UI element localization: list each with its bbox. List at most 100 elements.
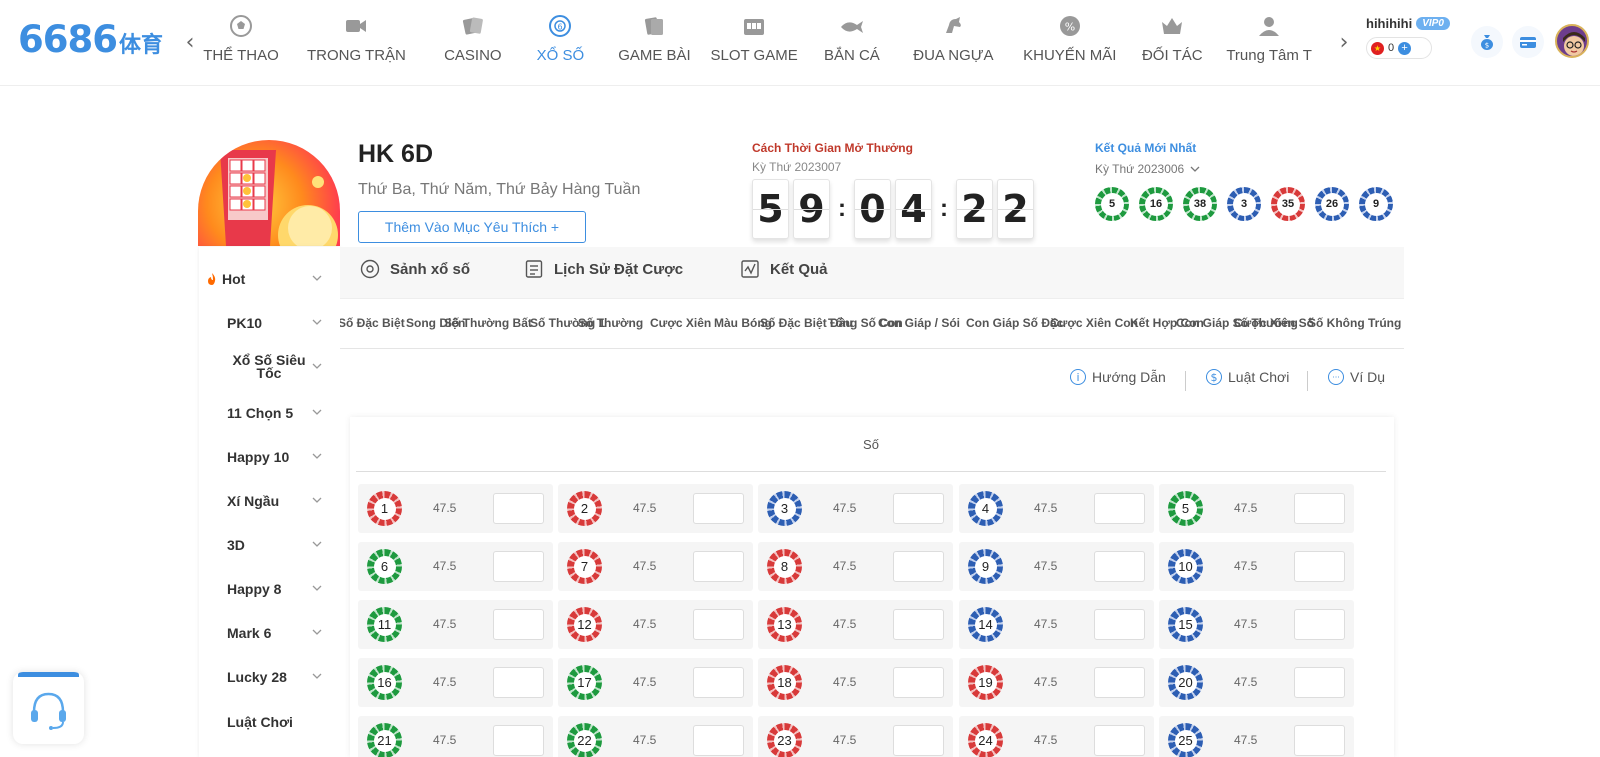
money-bag-button[interactable]: $ [1471,26,1503,58]
bet-amount-input[interactable] [893,725,944,756]
bet-amount-input[interactable] [493,667,544,698]
nav-next-arrow-icon[interactable]: › [1334,30,1354,55]
add-favorite-button[interactable]: Thêm Vào Mục Yêu Thích + [358,211,586,243]
bet-amount-input[interactable] [893,493,944,524]
number-cell[interactable]: 15 47.5 [1159,600,1354,649]
tab-bet-history[interactable]: Lịch Sử Đặt Cược [524,259,683,279]
bet-amount-input[interactable] [1294,609,1345,640]
nav-prev-arrow-icon[interactable]: ‹ [180,30,200,55]
bet-type-tab[interactable]: Số Đặc Biệt [340,316,405,330]
number-cell[interactable]: 22 47.5 [558,716,753,757]
deposit-plus-icon[interactable]: + [1398,41,1412,55]
nav-item[interactable]: BẮN CÁ [805,0,898,86]
latest-issue-select[interactable]: Kỳ Thứ 2023006 [1095,162,1200,176]
bet-amount-input[interactable] [1294,725,1345,756]
number-cell[interactable]: 1 47.5 [358,484,553,533]
bet-type-tab[interactable]: Con Giáp Số Đặc [966,316,1063,330]
nav-item[interactable]: SLOT GAME [703,0,805,86]
tab-results[interactable]: Kết Quả [740,259,828,279]
number-cell[interactable]: 16 47.5 [358,658,553,707]
bet-amount-input[interactable] [893,551,944,582]
number-cell[interactable]: 21 47.5 [358,716,553,757]
number-cell[interactable]: 25 47.5 [1159,716,1354,757]
bet-amount-input[interactable] [693,493,744,524]
nav-item[interactable]: CASINO [431,0,515,86]
number-cell[interactable]: 24 47.5 [959,716,1154,757]
sidebar-item[interactable]: Xổ Số Siêu Tốc [199,349,340,385]
game-art-image [198,140,340,246]
nav-item[interactable]: % KHUYẾN MÃI [1008,0,1131,86]
sidebar-item[interactable]: Happy 10 [199,445,340,469]
card-button[interactable] [1512,26,1544,58]
bet-amount-input[interactable] [1094,493,1145,524]
number-cell[interactable]: 19 47.5 [959,658,1154,707]
sidebar-item[interactable]: Luật Chơi [199,710,340,734]
number-cell[interactable]: 8 47.5 [758,542,953,591]
number-cell[interactable]: 11 47.5 [358,600,553,649]
bet-type-tab[interactable]: Số Không Trúng [1308,316,1401,330]
sidebar-item[interactable]: Mark 6 [199,621,340,645]
bet-amount-input[interactable] [493,725,544,756]
sidebar-item[interactable]: PK10 [199,311,340,335]
nav-item[interactable]: THỂ THAO [200,0,282,86]
number-cell[interactable]: 13 47.5 [758,600,953,649]
site-logo[interactable]: 6686 体育 [18,18,163,61]
avatar[interactable] [1555,24,1589,58]
guide-link[interactable]: i Hướng Dẫn [1070,369,1166,385]
rules-link[interactable]: $ Luật Chơi [1206,369,1289,385]
example-link[interactable]: ··· Ví Dụ [1328,369,1385,385]
sidebar-item[interactable]: Xí Ngầu [199,489,340,513]
number-cell[interactable]: 17 47.5 [558,658,753,707]
number-cell[interactable]: 9 47.5 [959,542,1154,591]
nav-item[interactable]: GAME BÀI [606,0,703,86]
username[interactable]: hihihihi VIP0 [1366,16,1464,31]
odds-value: 47.5 [433,501,457,515]
sidebar-item[interactable]: Hot [199,267,340,291]
bet-amount-input[interactable] [1094,551,1145,582]
number-cell[interactable]: 20 47.5 [1159,658,1354,707]
number-cell[interactable]: 7 47.5 [558,542,753,591]
tab-lottery-hall[interactable]: Sảnh xổ số [360,259,470,279]
bet-amount-input[interactable] [1294,551,1345,582]
bet-type-tab[interactable]: Số Thường [578,316,643,330]
bet-type-tab[interactable]: Số Thường Bất [444,316,532,330]
nav-item[interactable]: TRONG TRẬN [282,0,431,86]
number-cell[interactable]: 6 47.5 [358,542,553,591]
bet-amount-input[interactable] [493,609,544,640]
bet-amount-input[interactable] [693,725,744,756]
bet-amount-input[interactable] [1094,667,1145,698]
nav-item[interactable]: ĐUA NGỰA [898,0,1008,86]
bet-amount-input[interactable] [693,609,744,640]
sidebar-item[interactable]: Lucky 28 [199,665,340,689]
number-cell[interactable]: 14 47.5 [959,600,1154,649]
bet-amount-input[interactable] [1294,493,1345,524]
bet-type-tab[interactable]: Cược Xiên Con [1050,316,1138,330]
nav-item[interactable]: ĐỐI TÁC [1131,0,1213,86]
sidebar-item[interactable]: Happy 8 [199,577,340,601]
number-cell[interactable]: 5 47.5 [1159,484,1354,533]
bet-amount-input[interactable] [1094,609,1145,640]
bet-type-tab[interactable]: Cược Xiên [650,316,711,330]
number-cell[interactable]: 2 47.5 [558,484,753,533]
bet-type-tab[interactable]: Cược Xiên Số [1234,316,1314,330]
number-cell[interactable]: 4 47.5 [959,484,1154,533]
number-cell[interactable]: 12 47.5 [558,600,753,649]
nav-item[interactable]: Trung Tâm T [1213,0,1325,86]
customer-support-button[interactable] [13,672,84,744]
bet-amount-input[interactable] [693,667,744,698]
sidebar-item[interactable]: 11 Chọn 5 [199,401,340,425]
bet-amount-input[interactable] [893,609,944,640]
number-cell[interactable]: 10 47.5 [1159,542,1354,591]
sidebar-item[interactable]: 3D [199,533,340,557]
nav-item[interactable]: 6 XỔ SỐ [515,0,606,86]
number-cell[interactable]: 18 47.5 [758,658,953,707]
number-cell[interactable]: 23 47.5 [758,716,953,757]
bet-type-tab[interactable]: Con Giáp / Sói [878,316,960,330]
bet-amount-input[interactable] [493,551,544,582]
number-cell[interactable]: 3 47.5 [758,484,953,533]
bet-amount-input[interactable] [1094,725,1145,756]
bet-amount-input[interactable] [893,667,944,698]
bet-amount-input[interactable] [693,551,744,582]
bet-amount-input[interactable] [493,493,544,524]
bet-amount-input[interactable] [1294,667,1345,698]
